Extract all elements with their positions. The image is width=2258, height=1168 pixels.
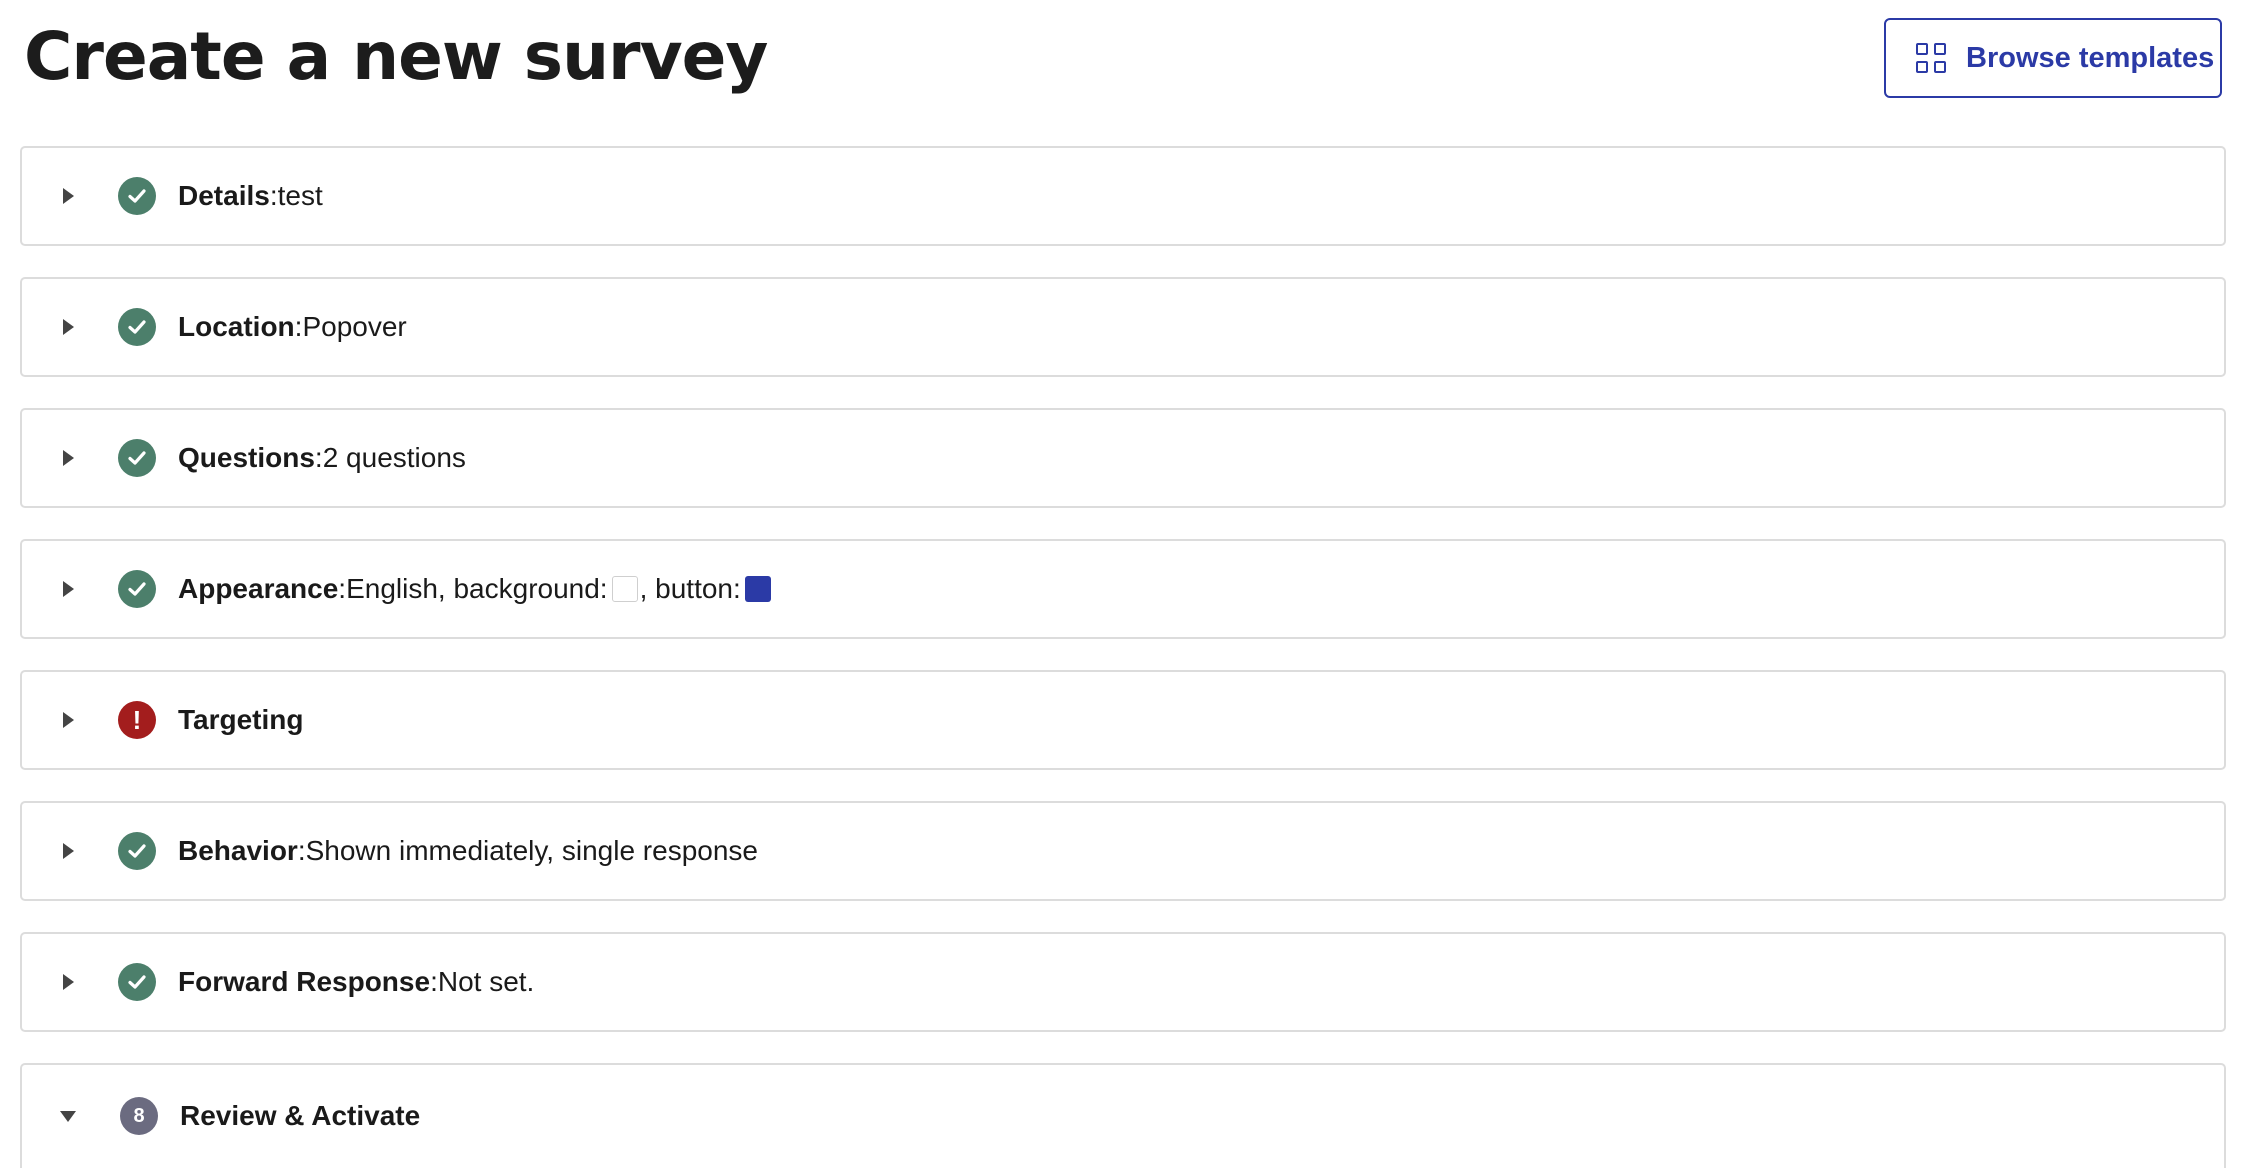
section-summary: Behavior: Shown immediately, single resp… (178, 835, 758, 866)
check-circle-icon (118, 963, 156, 1001)
section-appearance[interactable]: Appearance: English, background: , butto… (20, 539, 2226, 639)
section-label: Details (178, 180, 270, 211)
step-number-icon: 8 (120, 1097, 158, 1135)
section-value: test (277, 180, 323, 211)
section-location[interactable]: Location: Popover (20, 277, 2226, 377)
grid-icon (1916, 43, 1946, 73)
browse-templates-label: Browse templates (1966, 41, 2215, 74)
section-label: Targeting (178, 704, 304, 735)
caret-down-icon[interactable] (60, 1111, 76, 1122)
section-questions[interactable]: Questions: 2 questions (20, 408, 2226, 508)
exclamation-circle-icon: ! (118, 701, 156, 739)
section-summary: Location: Popover (178, 311, 407, 342)
section-value: English, background: (346, 573, 608, 604)
check-circle-icon (118, 832, 156, 870)
background-color-swatch (611, 576, 638, 602)
section-value: 2 questions (322, 442, 466, 473)
check-circle-icon (118, 439, 156, 477)
section-label: Questions (178, 442, 315, 473)
section-summary: Details: test (178, 180, 323, 211)
caret-right-icon[interactable] (63, 974, 74, 990)
section-summary: Targeting (178, 704, 303, 736)
check-circle-icon (118, 308, 156, 346)
section-label: Behavior (178, 835, 298, 866)
survey-editor-page: Create a new survey Browse templates Det… (0, 0, 2258, 1168)
section-value: Popover (302, 311, 407, 342)
section-label: Location (178, 311, 295, 342)
caret-right-icon[interactable] (63, 712, 74, 728)
section-summary: Review & Activate (180, 1100, 420, 1132)
section-value: Shown immediately, single response (305, 835, 758, 866)
section-label: Review & Activate (180, 1100, 421, 1131)
section-summary: Forward Response: Not set. (178, 966, 535, 997)
button-color-swatch (744, 576, 771, 602)
section-forward-response[interactable]: Forward Response: Not set. (20, 932, 2226, 1032)
section-label: Forward Response (178, 966, 431, 997)
browse-templates-button[interactable]: Browse templates (1884, 18, 2222, 98)
check-circle-icon (118, 570, 156, 608)
caret-right-icon[interactable] (63, 188, 74, 204)
caret-right-icon[interactable] (63, 319, 74, 335)
section-value-button: , button: (639, 573, 741, 604)
caret-right-icon[interactable] (63, 843, 74, 859)
section-targeting[interactable]: ! Targeting (20, 670, 2226, 770)
section-review-activate[interactable]: 8 Review & Activate (20, 1063, 2226, 1168)
check-circle-icon (118, 177, 156, 215)
section-value: Not set. (437, 966, 535, 997)
section-details[interactable]: Details: test (20, 146, 2226, 246)
section-label: Appearance (178, 573, 339, 604)
section-summary: Questions: 2 questions (178, 442, 466, 473)
caret-right-icon[interactable] (63, 581, 74, 597)
section-behavior[interactable]: Behavior: Shown immediately, single resp… (20, 801, 2226, 901)
section-summary: Appearance: English, background: , butto… (178, 573, 773, 605)
caret-right-icon[interactable] (63, 450, 74, 466)
page-title: Create a new survey (24, 18, 768, 95)
